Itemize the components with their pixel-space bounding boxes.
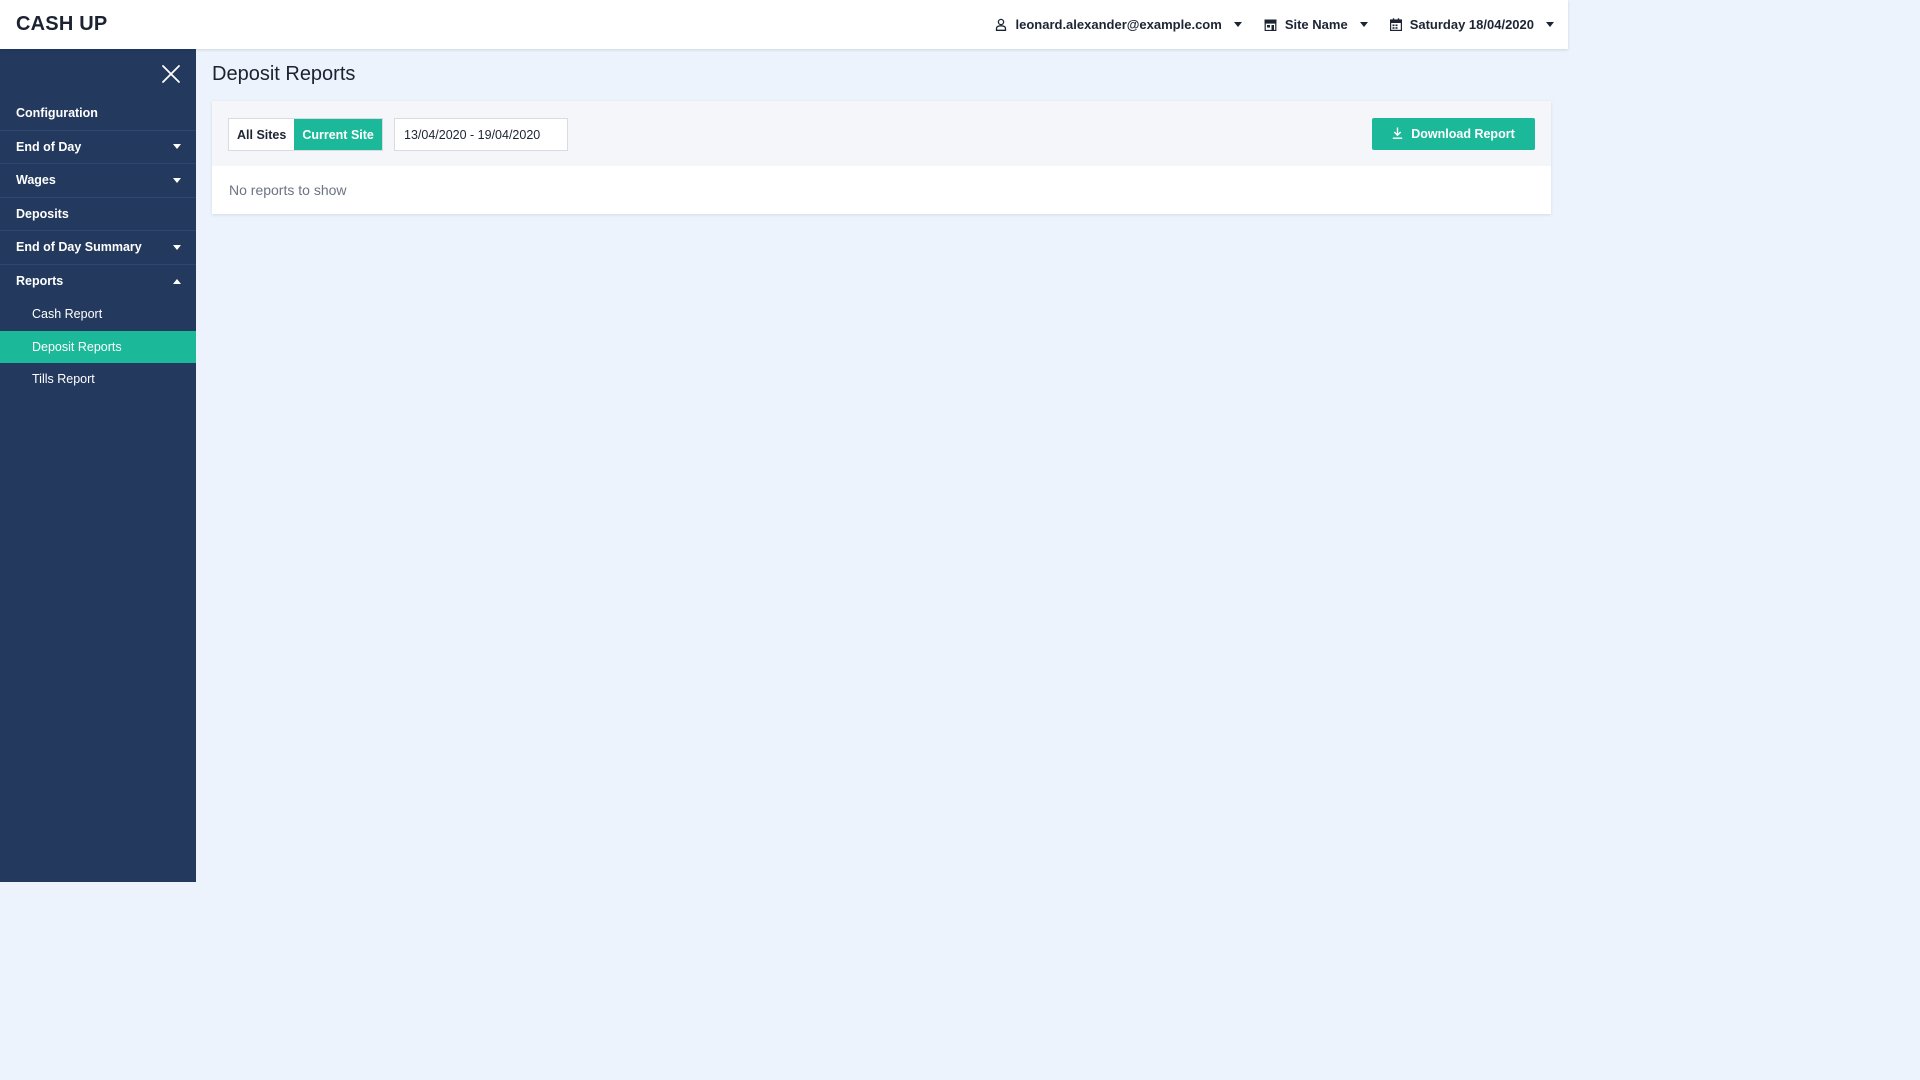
all-sites-button[interactable]: All Sites [229, 119, 294, 150]
sidebar-subitem-deposit-reports[interactable]: Deposit Reports [0, 330, 196, 363]
chevron-down-icon [1359, 22, 1368, 27]
download-icon [1392, 127, 1403, 142]
sidebar-item-deposits[interactable]: Deposits [0, 198, 196, 231]
close-icon[interactable] [160, 63, 182, 85]
sidebar-nav: Configuration End of Day Wages Deposits … [0, 97, 196, 396]
chevron-down-icon [173, 177, 181, 183]
user-email: leonard.alexander@example.com [1015, 17, 1222, 32]
sidebar-subitem-label: Tills Report [32, 372, 95, 387]
date-menu[interactable]: Saturday 18/04/2020 [1389, 17, 1554, 32]
chevron-up-icon [173, 278, 181, 284]
sidebar-subitem-label: Cash Report [32, 307, 103, 322]
sidebar-item-end-of-day[interactable]: End of Day [0, 131, 196, 164]
calendar-icon [1389, 18, 1402, 31]
sidebar-item-wages[interactable]: Wages [0, 164, 196, 198]
chevron-down-icon [1233, 22, 1242, 27]
sidebar-subitem-label: Deposit Reports [32, 339, 122, 354]
current-site-button[interactable]: Current Site [294, 119, 382, 150]
sidebar-item-label: End of Day Summary [16, 240, 142, 255]
report-card: All Sites Current Site Download Report N… [212, 101, 1551, 214]
sidebar-subitem-cash-report[interactable]: Cash Report [0, 298, 196, 331]
site-scope-toggle: All Sites Current Site [228, 118, 383, 151]
sidebar-item-label: Deposits [16, 206, 69, 221]
sidebar: Configuration End of Day Wages Deposits … [0, 49, 196, 882]
report-toolbar: All Sites Current Site Download Report [212, 101, 1551, 166]
download-report-button[interactable]: Download Report [1372, 118, 1535, 150]
store-icon [1264, 19, 1277, 31]
user-icon [995, 18, 1007, 31]
chevron-down-icon [173, 144, 181, 150]
date-range-input[interactable] [394, 118, 568, 151]
page-title: Deposit Reports [212, 63, 356, 85]
download-report-label: Download Report [1411, 127, 1515, 141]
sidebar-item-end-of-day-summary[interactable]: End of Day Summary [0, 231, 196, 265]
top-right-menus: leonard.alexander@example.com Site Name … [995, 17, 1554, 32]
site-name: Site Name [1284, 17, 1348, 32]
sidebar-item-label: Configuration [16, 106, 98, 121]
sidebar-item-label: Wages [16, 173, 56, 188]
empty-state-message: No reports to show [229, 182, 347, 198]
top-bar: CASH UP leonard.alexander@example.com Si… [0, 0, 1568, 49]
chevron-down-icon [173, 244, 181, 250]
user-menu[interactable]: leonard.alexander@example.com [995, 17, 1242, 32]
sidebar-subitem-tills-report[interactable]: Tills Report [0, 363, 196, 396]
sidebar-item-label: End of Day [16, 139, 82, 154]
sidebar-item-reports[interactable]: Reports [0, 265, 196, 299]
current-date: Saturday 18/04/2020 [1409, 17, 1534, 32]
chevron-down-icon [1546, 22, 1554, 27]
sidebar-item-label: Reports [16, 274, 64, 289]
site-menu[interactable]: Site Name [1264, 17, 1368, 32]
sidebar-item-configuration[interactable]: Configuration [0, 97, 196, 131]
app-logo[interactable]: CASH UP [16, 13, 107, 36]
